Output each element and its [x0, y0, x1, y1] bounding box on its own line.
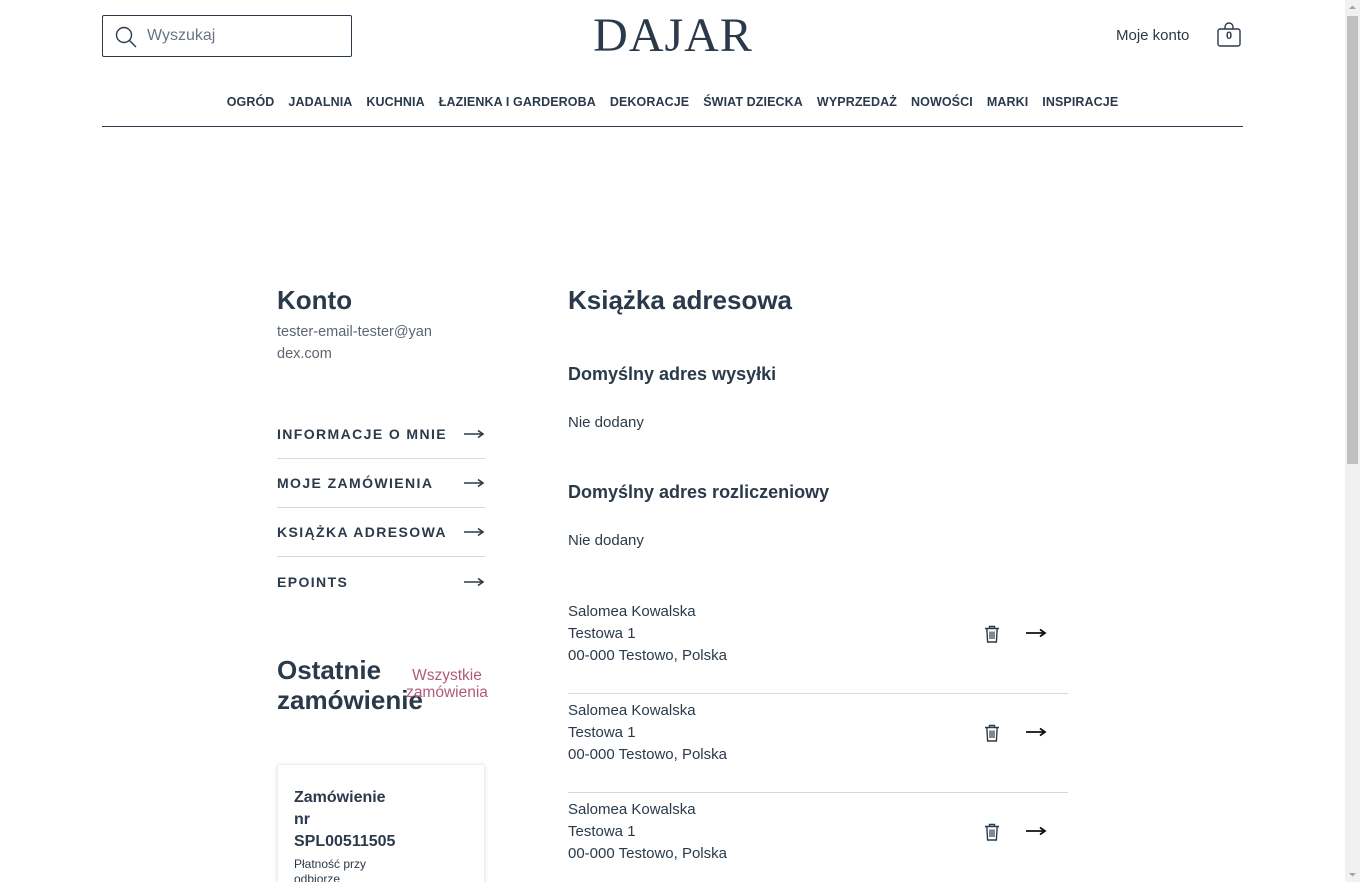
arrow-right-icon[interactable]	[1025, 727, 1047, 737]
nav-item-swiat-dziecka[interactable]: ŚWIAT DZIECKA	[703, 94, 803, 126]
address-city: 00-000 Testowo, Polska	[568, 845, 727, 862]
cart-button[interactable]: 0	[1216, 22, 1242, 48]
address-item: Salomea Kowalska Testowa 1 00-000 Testow…	[568, 595, 1068, 694]
arrow-right-icon	[464, 527, 485, 537]
address-list: Salomea Kowalska Testowa 1 00-000 Testow…	[568, 595, 1068, 882]
trash-icon[interactable]	[984, 823, 1000, 841]
trash-icon[interactable]	[984, 724, 1000, 742]
nav-item-wyprzedaz[interactable]: WYPRZEDAŻ	[817, 94, 897, 126]
page-title: Książka adresowa	[568, 285, 793, 315]
site-header: DAJAR Moje konto 0 OGRÓD JADALNIA KUCHNI…	[0, 0, 1345, 128]
default-billing-value: Nie dodany	[568, 532, 644, 549]
main-navigation: OGRÓD JADALNIA KUCHNIA ŁAZIENKA I GARDER…	[102, 94, 1243, 127]
address-street: Testowa 1	[568, 724, 636, 741]
address-text: Salomea Kowalska Testowa 1 00-000 Testow…	[568, 799, 727, 865]
recent-order-section: Ostatnie zamówienie Wszystkie zamówienia	[277, 655, 492, 715]
order-payment-method: Płatność przy odbiorze	[294, 857, 367, 882]
cart-count-badge: 0	[1225, 30, 1233, 42]
arrow-right-icon	[464, 478, 485, 488]
menu-item-label: KSIĄŻKA ADRESOWA	[277, 524, 447, 540]
nav-item-marki[interactable]: MARKI	[987, 94, 1028, 126]
menu-item-label: EPOINTS	[277, 573, 349, 590]
account-email: tester-email-tester@yandex.com	[277, 324, 432, 362]
nav-item-dekoracje[interactable]: DEKORACJE	[610, 94, 689, 126]
account-sidebar: Konto tester-email-tester@yandex.com INF…	[277, 285, 488, 882]
default-shipping-value: Nie dodany	[568, 414, 644, 431]
address-street: Testowa 1	[568, 625, 636, 642]
search-input[interactable]	[147, 24, 343, 48]
arrow-right-icon	[464, 429, 485, 439]
arrow-right-icon[interactable]	[1025, 826, 1047, 836]
menu-item-epoints[interactable]: EPOINTS	[277, 557, 485, 606]
menu-item-moje-zamowienia[interactable]: MOJE ZAMÓWIENIA	[277, 459, 485, 508]
scroll-down-arrow-icon[interactable]	[1345, 867, 1360, 882]
scrollbar-thumb[interactable]	[1347, 16, 1358, 464]
account-menu: INFORMACJE O MNIE MOJE ZAMÓWIENIA KSIĄŻK…	[277, 410, 485, 606]
address-name: Salomea Kowalska	[568, 801, 696, 818]
page-scrollbar[interactable]	[1345, 0, 1360, 882]
menu-item-ksiazka-adresowa[interactable]: KSIĄŻKA ADRESOWA	[277, 508, 485, 557]
nav-item-lazienka-i-garderoba[interactable]: ŁAZIENKA I GARDEROBA	[439, 94, 596, 126]
arrow-right-icon	[464, 577, 485, 586]
order-number: Zamówienie nr SPL00511505	[294, 789, 396, 850]
nav-item-inspiracje[interactable]: INSPIRACJE	[1042, 94, 1118, 126]
scroll-up-arrow-icon[interactable]	[1345, 0, 1360, 15]
trash-icon[interactable]	[984, 625, 1000, 643]
all-orders-link[interactable]: Wszystkie zamówienia	[406, 667, 488, 701]
nav-item-jadalnia[interactable]: JADALNIA	[288, 94, 352, 126]
default-billing-heading: Domyślny adres rozliczeniowy	[568, 482, 830, 502]
address-item: Salomea Kowalska Testowa 1 00-000 Testow…	[568, 694, 1068, 793]
nav-item-kuchnia[interactable]: KUCHNIA	[366, 94, 424, 126]
recent-order-title: Ostatnie zamówienie	[277, 655, 423, 715]
address-name: Salomea Kowalska	[568, 603, 696, 620]
address-city: 00-000 Testowo, Polska	[568, 647, 727, 664]
menu-item-label: INFORMACJE O MNIE	[277, 426, 448, 442]
address-text: Salomea Kowalska Testowa 1 00-000 Testow…	[568, 601, 727, 667]
order-card[interactable]: Zamówienie nr SPL00511505 Płatność przy …	[277, 764, 485, 882]
address-text: Salomea Kowalska Testowa 1 00-000 Testow…	[568, 700, 727, 766]
address-name: Salomea Kowalska	[568, 702, 696, 719]
menu-item-informacje-o-mnie[interactable]: INFORMACJE O MNIE	[277, 410, 485, 459]
address-city: 00-000 Testowo, Polska	[568, 746, 727, 763]
nav-item-nowosci[interactable]: NOWOŚCI	[911, 94, 973, 126]
nav-item-ogrod[interactable]: OGRÓD	[227, 94, 275, 126]
arrow-right-icon[interactable]	[1025, 628, 1047, 638]
address-book-main: Książka adresowa Domyślny adres wysyłki …	[568, 285, 1068, 862]
menu-item-label: MOJE ZAMÓWIENIA	[277, 475, 434, 491]
default-shipping-heading: Domyślny adres wysyłki	[568, 364, 777, 384]
address-item: Salomea Kowalska Testowa 1 00-000 Testow…	[568, 793, 1068, 882]
search-icon[interactable]	[115, 26, 137, 48]
address-street: Testowa 1	[568, 823, 636, 840]
account-title: Konto	[277, 285, 353, 315]
my-account-link[interactable]: Moje konto	[1116, 26, 1189, 46]
search-box[interactable]	[102, 15, 352, 57]
site-logo[interactable]: DAJAR	[560, 10, 786, 62]
